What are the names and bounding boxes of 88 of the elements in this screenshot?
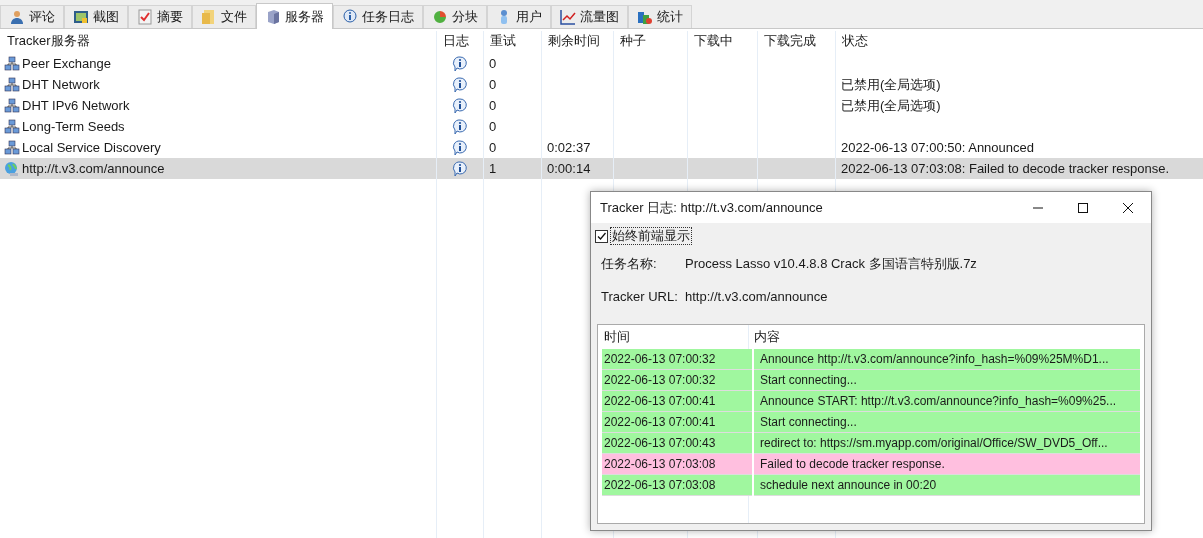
tracker-url: http://t.v3.com/announce bbox=[685, 287, 828, 306]
tracker-name: Peer Exchange bbox=[22, 54, 111, 73]
log-time: 2022-06-13 07:00:41 bbox=[602, 412, 752, 433]
log-message: Announce http://t.v3.com/announce?info_hash=%09%25M%D1... bbox=[754, 349, 1140, 370]
log-message: Start connecting... bbox=[754, 412, 1140, 433]
folder-icon bbox=[201, 9, 217, 25]
log-time: 2022-06-13 07:00:41 bbox=[602, 391, 752, 412]
table-cell-text: 1 bbox=[488, 159, 498, 178]
tracker-row[interactable]: DHT Network 0 已禁用(全局选项) bbox=[0, 74, 1203, 95]
checkbox-label[interactable]: 始终前端显示 bbox=[610, 227, 692, 245]
table-cell: 已禁用(全局选项) bbox=[841, 76, 941, 92]
log-message: Announce START: http://t.v3.com/announce?info_hash=%09%25... bbox=[754, 391, 1140, 412]
table-cell-text: 0 bbox=[488, 138, 498, 157]
log-message: schedule next announce in 00:20 bbox=[754, 475, 1140, 496]
maximize-icon[interactable] bbox=[1077, 201, 1089, 214]
column-header[interactable]: 重试 bbox=[483, 31, 541, 51]
tab[interactable]: 文件 bbox=[192, 5, 256, 28]
info-icon[interactable] bbox=[451, 139, 468, 156]
pie-chart-icon bbox=[432, 9, 448, 25]
tracker-name: Long-Term Seeds bbox=[22, 117, 125, 136]
column-header[interactable]: 种子 bbox=[613, 31, 687, 51]
tab[interactable]: 分块 bbox=[423, 5, 487, 28]
column-header[interactable]: Tracker服务器 bbox=[0, 31, 436, 51]
log-time: 2022-06-13 07:00:32 bbox=[602, 349, 752, 370]
line-graph-icon bbox=[560, 9, 576, 25]
tab[interactable]: 服务器 bbox=[256, 3, 333, 29]
table-cell: 2022-06-13 07:03:08: Failed to decode tracker response. bbox=[841, 160, 1170, 176]
network-icon bbox=[4, 139, 20, 156]
tab[interactable]: 统计 bbox=[628, 5, 692, 28]
window-title: Tracker 日志: http://t.v3.com/announce bbox=[600, 198, 824, 217]
tab[interactable]: 用户 bbox=[487, 5, 551, 28]
info-icon[interactable] bbox=[451, 97, 468, 114]
user-icon bbox=[9, 9, 25, 25]
table-cell-text: 0 bbox=[488, 117, 498, 136]
info-icon[interactable] bbox=[451, 160, 468, 177]
network-icon bbox=[4, 97, 20, 114]
table-cell: 0:00:14 bbox=[547, 160, 591, 176]
tracker-row[interactable]: http://t.v3.com/announce 1 0:00:14 2022-06-13 07:03:08: Failed to decode tracker response. bbox=[0, 158, 1203, 179]
network-icon bbox=[4, 118, 20, 135]
column-header[interactable]: 剩余时间 bbox=[541, 31, 613, 51]
table-cell: 2022-06-13 07:00:50: Announced bbox=[841, 139, 1034, 155]
column-header[interactable]: 日志 bbox=[436, 31, 483, 51]
log-message: Failed to decode tracker response. bbox=[754, 454, 1140, 475]
network-icon bbox=[4, 55, 20, 72]
column-header[interactable]: 状态 bbox=[835, 31, 1203, 51]
tracker-row[interactable]: Peer Exchange 0 bbox=[0, 53, 1203, 74]
checkbox[interactable] bbox=[595, 229, 608, 243]
table-cell-text: 0 bbox=[488, 96, 498, 115]
table-cell-text: 0 bbox=[488, 75, 498, 94]
tab[interactable]: 截图 bbox=[64, 5, 128, 28]
tracker-name: DHT IPv6 Network bbox=[22, 96, 130, 115]
server-icon bbox=[265, 8, 281, 25]
globe-icon bbox=[4, 160, 20, 177]
tab[interactable]: 流量图 bbox=[551, 5, 628, 28]
tab[interactable]: 评论 bbox=[0, 5, 64, 28]
info-icon bbox=[342, 9, 358, 25]
info-icon[interactable] bbox=[451, 118, 468, 135]
close-icon[interactable] bbox=[1122, 201, 1134, 214]
network-icon bbox=[4, 76, 20, 93]
tracker-name: DHT Network bbox=[22, 75, 100, 94]
field-label: 任务名称: bbox=[601, 255, 658, 273]
log-time: 2022-06-13 07:00:32 bbox=[602, 370, 752, 391]
table-cell: 已禁用(全局选项) bbox=[841, 97, 941, 113]
log-message: redirect to: https://sm.myapp.com/original/Office/SW_DVD5_Off... bbox=[754, 433, 1140, 454]
tracker-name: http://t.v3.com/announce bbox=[22, 159, 165, 178]
tab[interactable]: 任务日志 bbox=[333, 5, 423, 28]
log-time: 2022-06-13 07:03:08 bbox=[602, 475, 752, 496]
table-cell-text: 0 bbox=[488, 54, 498, 73]
log-time: 2022-06-13 07:00:43 bbox=[602, 433, 752, 454]
tracker-name: Local Service Discovery bbox=[22, 138, 161, 157]
image-icon bbox=[73, 9, 89, 25]
column-header[interactable]: 下载中 bbox=[687, 31, 757, 51]
info-icon[interactable] bbox=[451, 55, 468, 72]
info-icon[interactable] bbox=[451, 76, 468, 93]
stats-icon bbox=[637, 9, 653, 25]
tracker-row[interactable]: DHT IPv6 Network 0 已禁用(全局选项) bbox=[0, 95, 1203, 116]
column-header[interactable]: 下载完成 bbox=[757, 31, 835, 51]
task-name: Process Lasso v10.4.8.8 Crack 多国语言特别版.7z bbox=[685, 255, 977, 273]
tracker-row[interactable]: Long-Term Seeds 0 bbox=[0, 116, 1203, 137]
log-message: Start connecting... bbox=[754, 370, 1140, 391]
table-cell: 0:02:37 bbox=[547, 139, 591, 155]
checklist-icon bbox=[137, 9, 153, 25]
field-label: Tracker URL: bbox=[601, 287, 679, 306]
log-time: 2022-06-13 07:03:08 bbox=[602, 454, 752, 475]
column-header[interactable]: 内容 bbox=[748, 327, 1144, 347]
tracker-row[interactable]: Local Service Discovery 0 0:02:37 2022-06-13 07:00:50: Announced bbox=[0, 137, 1203, 158]
tab[interactable]: 摘要 bbox=[128, 5, 192, 28]
column-header[interactable]: 时间 bbox=[598, 327, 748, 347]
